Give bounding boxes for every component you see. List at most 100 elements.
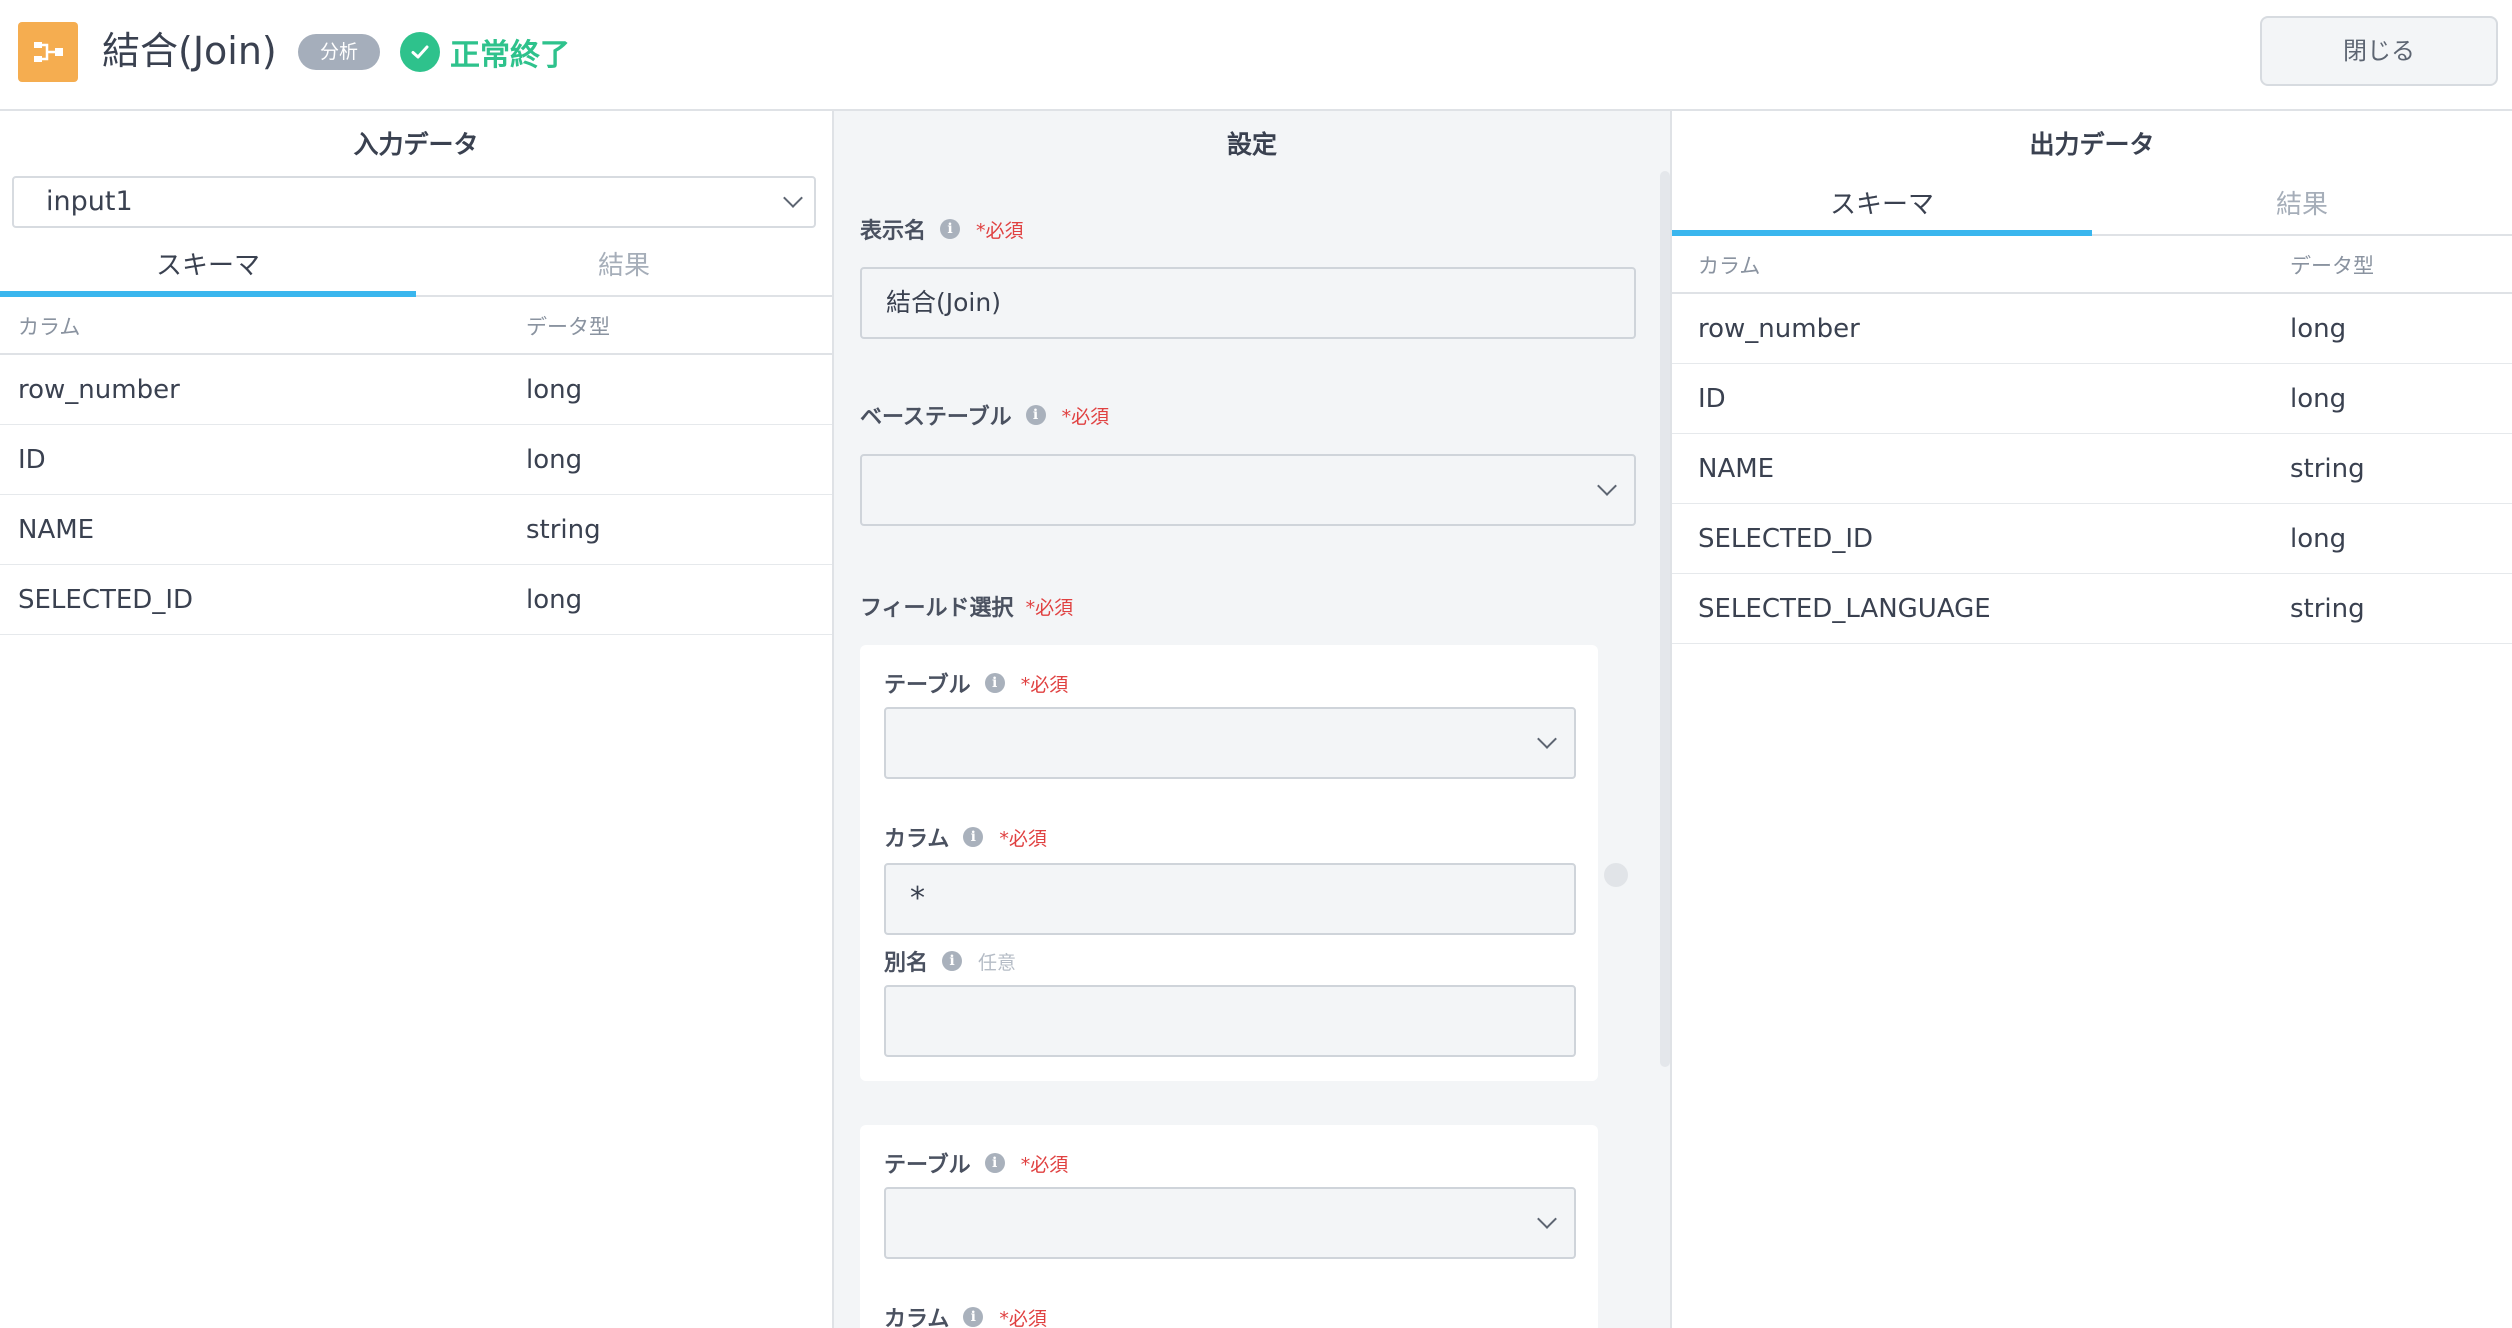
column-type: long [2290, 523, 2347, 554]
column-type: long [526, 444, 583, 475]
table-row: ID long [1672, 364, 2512, 434]
info-icon[interactable]: i [1025, 405, 1046, 425]
join-node-icon [18, 22, 78, 82]
column-name: row_number [18, 374, 180, 405]
column-type: long [2290, 383, 2347, 414]
remove-field-icon[interactable] [1604, 863, 1628, 887]
table-row: SELECTED_LANGUAGE string [1672, 574, 2512, 644]
tab-result[interactable]: 結果 [2092, 180, 2512, 236]
display-name-input[interactable]: 結合(Join) [860, 267, 1636, 339]
schema-header: カラム データ型 [1672, 238, 2512, 294]
header: 結合(Join) 分析 正常終了 閉じる [0, 0, 2512, 111]
table-row: row_number long [0, 355, 832, 425]
info-icon[interactable]: i [942, 951, 963, 971]
column-type: string [2290, 453, 2365, 484]
field-select-card: テーブル i *必須 カラム i *必須 * 別名 i 任意 [860, 645, 1598, 1081]
base-table-label-text: ベーステーブル [860, 405, 1012, 430]
column-name: SELECTED_LANGUAGE [1698, 593, 1991, 624]
column-label: カラム i *必須 [884, 1301, 1047, 1328]
column-label-text: カラム [884, 1307, 950, 1328]
input-data-panel: 入力データ input1 スキーマ 結果 カラム データ型 row_number… [0, 111, 834, 1328]
schema-header: カラム データ型 [0, 299, 832, 355]
required-mark: *必須 [1020, 1153, 1069, 1176]
close-button[interactable]: 閉じる [2260, 16, 2498, 86]
output-data-panel: 出力データ スキーマ 結果 カラム データ型 row_number long I… [1672, 111, 2512, 1328]
required-mark: *必須 [1061, 405, 1110, 428]
table-row: SELECTED_ID long [0, 565, 832, 635]
info-icon[interactable]: i [940, 219, 961, 239]
table-label: テーブル i *必須 [884, 667, 1068, 699]
table-row: row_number long [1672, 294, 2512, 364]
input-tabs: スキーマ 結果 [0, 241, 832, 297]
input-select[interactable]: input1 [12, 176, 816, 228]
column-name: SELECTED_ID [18, 584, 194, 615]
required-mark: *必須 [1025, 596, 1074, 619]
base-table-select[interactable] [860, 454, 1636, 526]
column-name: NAME [1698, 453, 1775, 484]
input-select-value: input1 [46, 186, 133, 217]
page-title: 結合(Join) [102, 29, 277, 73]
required-mark: *必須 [1020, 673, 1069, 696]
output-tabs: スキーマ 結果 [1672, 180, 2512, 236]
column-header-type: データ型 [2290, 254, 2374, 278]
column-type: long [2290, 313, 2347, 344]
column-name: row_number [1698, 313, 1860, 344]
column-name: SELECTED_ID [1698, 523, 1874, 554]
chevron-down-icon [1597, 476, 1617, 496]
column-name: NAME [18, 514, 95, 545]
column-type: long [526, 584, 583, 615]
column-type: string [2290, 593, 2365, 624]
alias-label-text: 別名 [884, 951, 929, 976]
field-select-card: テーブル i *必須 カラム i *必須 [860, 1125, 1598, 1328]
required-mark: *必須 [999, 827, 1047, 850]
info-icon[interactable]: i [984, 673, 1005, 693]
chevron-down-icon [1537, 1209, 1557, 1229]
column-label-text: カラム [884, 827, 950, 852]
table-row: NAME string [1672, 434, 2512, 504]
table-select[interactable] [884, 707, 1576, 779]
tab-schema[interactable]: スキーマ [1672, 180, 2092, 236]
output-schema-table: カラム データ型 row_number long ID long NAME st… [1672, 238, 2512, 644]
alias-input[interactable] [884, 985, 1576, 1057]
info-icon[interactable]: i [963, 827, 984, 847]
base-table-label: ベーステーブル i *必須 [860, 399, 1109, 431]
settings-panel: 設定 表示名 i *必須 結合(Join) ベーステーブル i *必須 フィール… [834, 111, 1672, 1328]
info-icon[interactable]: i [984, 1153, 1005, 1173]
table-row: NAME string [0, 495, 832, 565]
column-name: ID [18, 444, 46, 475]
table-label: テーブル i *必須 [884, 1147, 1068, 1179]
column-label: カラム i *必須 [884, 821, 1047, 853]
category-badge: 分析 [298, 34, 381, 70]
status-text: 正常終了 [450, 38, 570, 73]
column-input[interactable]: * [884, 863, 1576, 935]
status-indicator: 正常終了 [400, 30, 570, 74]
table-label-text: テーブル [884, 1153, 971, 1178]
check-circle-icon [400, 32, 440, 72]
chevron-down-icon [1537, 729, 1557, 749]
input-schema-table: カラム データ型 row_number long ID long NAME st… [0, 299, 832, 635]
settings-panel-title: 設定 [1226, 130, 1277, 159]
alias-label: 別名 i 任意 [884, 945, 1016, 977]
column-type: string [526, 514, 601, 545]
optional-mark: 任意 [978, 951, 1017, 974]
column-type: long [526, 374, 583, 405]
tab-schema[interactable]: スキーマ [0, 241, 416, 297]
column-header-name: カラム [1698, 254, 1761, 278]
output-panel-title: 出力データ [2029, 130, 2155, 159]
column-name: ID [1698, 383, 1726, 414]
display-name-label-text: 表示名 [860, 219, 927, 244]
chevron-down-icon [783, 188, 803, 208]
display-name-label: 表示名 i *必須 [860, 213, 1024, 245]
settings-scrollbar[interactable] [1660, 171, 1670, 1067]
table-select[interactable] [884, 1187, 1576, 1259]
table-row: SELECTED_ID long [1672, 504, 2512, 574]
field-select-label: フィールド選択 *必須 [860, 590, 1073, 622]
input-panel-title: 入力データ [353, 130, 479, 159]
tab-result[interactable]: 結果 [416, 241, 832, 297]
column-header-name: カラム [18, 315, 81, 339]
column-header-type: データ型 [526, 315, 610, 339]
info-icon[interactable]: i [963, 1307, 984, 1327]
table-row: ID long [0, 425, 832, 495]
required-mark: *必須 [999, 1307, 1047, 1328]
field-select-label-text: フィールド選択 [860, 596, 1014, 621]
